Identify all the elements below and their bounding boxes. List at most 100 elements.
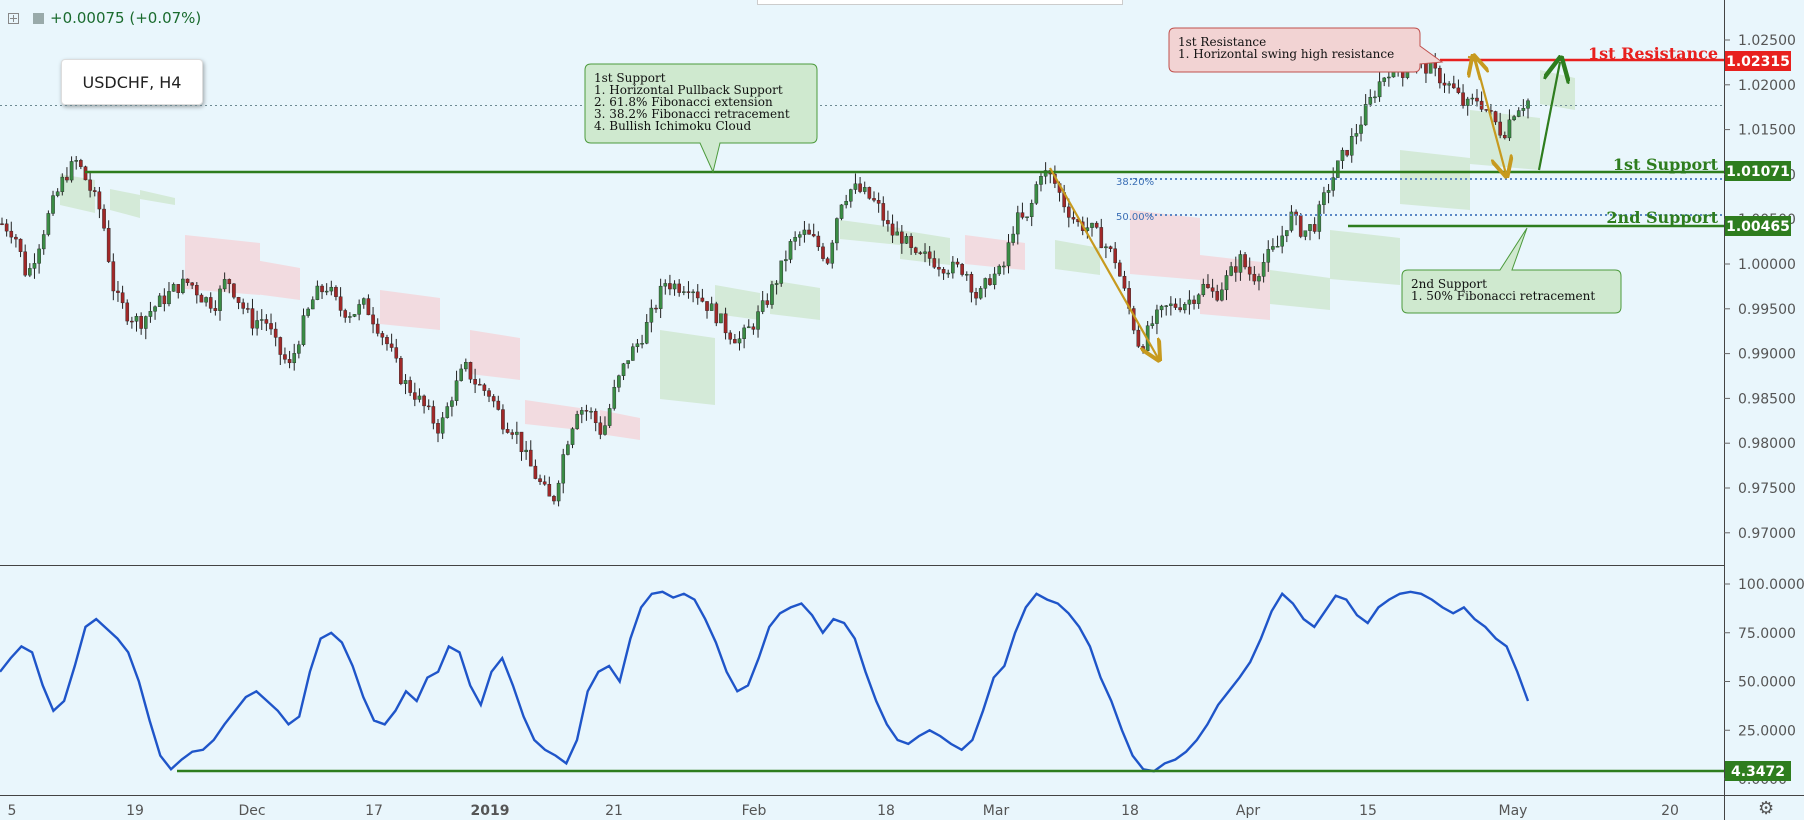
- candle-body: [1071, 217, 1076, 220]
- price-axis: 1.025001.020001.015001.010001.005001.000…: [1724, 33, 1796, 542]
- candle-body: [283, 354, 287, 360]
- candle-body: [1303, 230, 1308, 237]
- oscillator-support-price: 4.3472: [1731, 764, 1785, 780]
- cloud-segment: [965, 235, 1025, 270]
- cloud-segment: [140, 190, 175, 205]
- resistance1-annotation[interactable]: 1st Resistance 1. Horizontal swing high …: [1168, 27, 1444, 73]
- candle-body: [844, 201, 848, 206]
- candle-body: [139, 316, 143, 329]
- candle-body: [746, 326, 751, 329]
- candle-body: [92, 190, 97, 192]
- cloud-segment: [600, 410, 640, 440]
- candle-body: [881, 203, 886, 221]
- candle-body: [1387, 76, 1391, 79]
- candle-body: [1164, 305, 1169, 307]
- candle-body: [830, 242, 835, 264]
- candle-body: [584, 410, 589, 412]
- candle-body: [1326, 190, 1331, 193]
- candle-body: [974, 292, 978, 299]
- price-tick-label: 1.01500: [1738, 123, 1796, 139]
- candle-body: [1233, 266, 1238, 273]
- candle-body: [909, 236, 913, 248]
- candle-body: [1470, 97, 1475, 100]
- candle-body: [835, 218, 839, 244]
- candle-body: [774, 283, 779, 285]
- candle-body: [329, 286, 334, 292]
- candle-body: [1428, 62, 1433, 74]
- candle-body: [232, 283, 236, 298]
- candle-body: [1015, 212, 1020, 235]
- support1-annotation[interactable]: 1st Support 1. Horizontal Pullback Suppo…: [584, 63, 818, 174]
- candle-body: [524, 449, 528, 453]
- support2-annotation[interactable]: 2nd Support 1. 50% Fibonacci retracement: [1401, 227, 1622, 314]
- cloud-segment: [1270, 270, 1330, 310]
- candle-body: [213, 308, 218, 311]
- cloud-segment: [770, 280, 820, 320]
- candle-body: [1182, 304, 1187, 311]
- candle-body: [644, 322, 649, 344]
- candle-body: [807, 229, 811, 235]
- candle-body: [389, 343, 394, 348]
- candle-body: [1243, 254, 1247, 268]
- candle-body: [162, 295, 167, 305]
- candle-body: [1192, 299, 1196, 304]
- candle-body: [705, 301, 709, 311]
- candle-body: [505, 429, 510, 433]
- candle-body: [320, 285, 324, 293]
- support1-box-line-4: 4. Bullish Ichimoku Cloud: [594, 119, 751, 133]
- candle-body: [4, 223, 9, 232]
- candle-body: [1461, 92, 1465, 106]
- candle-body: [0, 223, 4, 225]
- candle-body: [969, 274, 974, 293]
- candle-body: [839, 204, 844, 219]
- candle-body: [788, 241, 793, 260]
- candle-body: [32, 263, 37, 269]
- candle-body: [561, 454, 566, 484]
- candle-body: [552, 495, 556, 502]
- candle-body: [1034, 184, 1039, 204]
- candle-body: [208, 297, 213, 309]
- candle-body: [1363, 104, 1368, 126]
- candle-body: [250, 308, 255, 329]
- candle-body: [1447, 83, 1451, 86]
- candle-body: [116, 290, 120, 293]
- candle-body: [399, 358, 403, 384]
- candle-body: [862, 187, 867, 192]
- candle-body: [361, 298, 366, 305]
- candle-body: [1229, 266, 1233, 276]
- chart-canvas[interactable]: 38.20% 50.00% 1st Resistance 1st Support…: [0, 0, 1804, 820]
- time-tick-label: May: [1499, 803, 1528, 819]
- candle-body: [473, 379, 477, 385]
- candle-body: [858, 183, 862, 192]
- cloud-segment: [525, 400, 580, 430]
- cloud-segment: [110, 189, 140, 218]
- candle-body: [371, 314, 375, 325]
- candle-body: [946, 272, 951, 275]
- candle-body: [1285, 230, 1289, 237]
- candle-body: [55, 191, 60, 196]
- candle-body: [1456, 87, 1461, 93]
- candle-body: [264, 319, 269, 324]
- candle-body: [519, 431, 524, 453]
- fib-382-label: 38.20%: [1116, 177, 1154, 188]
- candle-body: [352, 314, 357, 317]
- candle-body: [1141, 346, 1145, 351]
- candle-body: [765, 300, 770, 305]
- candle-body: [575, 414, 579, 429]
- time-tick-label: Mar: [983, 803, 1010, 819]
- price-tick-label: 0.99000: [1738, 347, 1796, 363]
- candle-body: [1099, 227, 1104, 249]
- candle-body: [1498, 121, 1502, 136]
- gear-icon[interactable]: ⚙: [1758, 798, 1774, 819]
- cloud-segment: [380, 290, 440, 330]
- candle-body: [1173, 303, 1178, 308]
- candle-body: [125, 302, 130, 322]
- candle-body: [348, 316, 352, 318]
- candle-body: [816, 235, 821, 248]
- candle-body: [941, 269, 946, 274]
- candle-body: [357, 304, 361, 315]
- candle-body: [932, 258, 937, 268]
- candle-body: [487, 390, 491, 397]
- candle-body: [682, 291, 686, 293]
- candle-body: [579, 410, 584, 415]
